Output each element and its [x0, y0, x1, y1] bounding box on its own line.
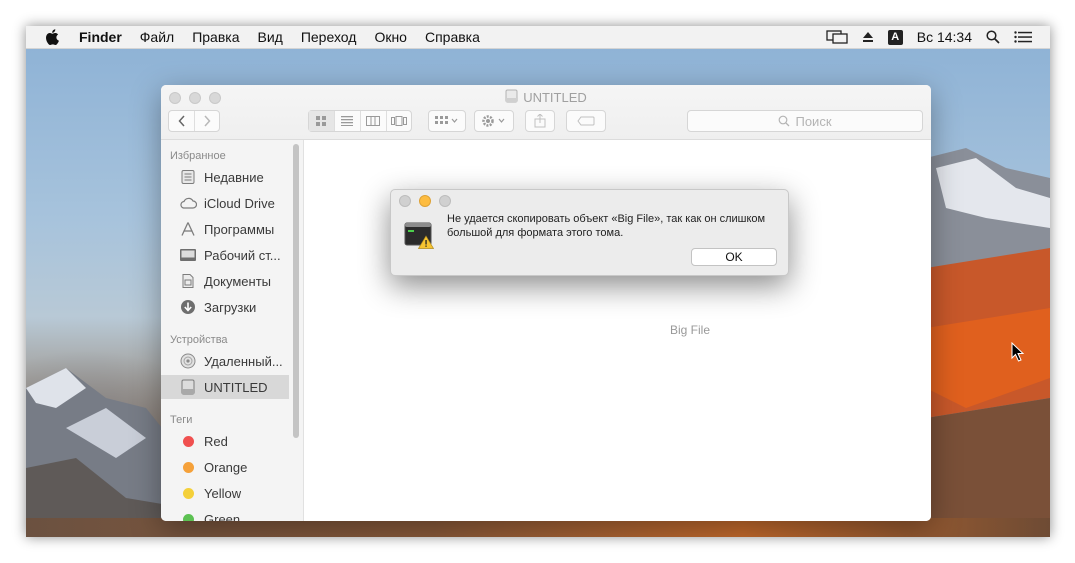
- green-tag-icon: [182, 513, 194, 521]
- input-source-icon[interactable]: A: [887, 29, 903, 45]
- sidebar-section-devices: Устройства: [170, 334, 228, 346]
- list-view-button[interactable]: [335, 111, 361, 131]
- menu-edit[interactable]: Правка: [183, 29, 248, 45]
- cover-flow-view-button[interactable]: [387, 111, 412, 131]
- sidebar-item-applications[interactable]: Программы: [161, 217, 289, 241]
- sidebar-item-label: UNTITLED: [204, 379, 268, 395]
- window-title-text: UNTITLED: [523, 90, 587, 105]
- red-tag-icon: [182, 435, 194, 447]
- screen: Finder Файл Правка Вид Переход Окно Спра…: [26, 26, 1050, 537]
- sidebar-section-favorites: Избранное: [170, 150, 226, 162]
- sidebar-item-label: Рабочий ст...: [204, 247, 281, 263]
- alert-zoom-button[interactable]: [439, 195, 451, 207]
- menu-bar: Finder Файл Правка Вид Переход Окно Спра…: [26, 26, 1050, 49]
- alert-message: Не удается скопировать объект «Big File»…: [447, 213, 766, 239]
- search-placeholder: Поиск: [795, 113, 832, 129]
- sidebar-item-label: Документы: [204, 273, 272, 289]
- forward-button[interactable]: [195, 111, 219, 131]
- back-button[interactable]: [170, 111, 195, 131]
- back-forward-buttons: [168, 110, 220, 132]
- alert-minimize-button[interactable]: [419, 195, 431, 207]
- sidebar-item-label: Программы: [204, 221, 275, 237]
- menu-clock[interactable]: Вс 14:34: [917, 29, 972, 45]
- ok-button[interactable]: OK: [691, 248, 777, 266]
- mountain-right-illustration: [926, 148, 1050, 537]
- sidebar-tag-green[interactable]: Green: [161, 507, 289, 521]
- disk-icon: [505, 89, 518, 106]
- sidebar-item-untitled[interactable]: UNTITLED: [161, 375, 289, 399]
- desktop-icon: [178, 246, 198, 264]
- finder-window: UNTITLED Поиск Избранное Недавние iCloud…: [161, 85, 931, 521]
- arrange-button[interactable]: [428, 110, 466, 132]
- applications-icon: [178, 220, 198, 238]
- menu-go[interactable]: Переход: [292, 29, 366, 45]
- sidebar-item-icloud-drive[interactable]: iCloud Drive: [161, 191, 289, 215]
- window-title: UNTITLED: [161, 89, 931, 106]
- airplay-display-icon[interactable]: [826, 30, 848, 44]
- remote-disc-icon: [178, 352, 198, 370]
- sidebar-item-recents[interactable]: Недавние: [161, 165, 289, 189]
- error-alert-dialog: Не удается скопировать объект «Big File»…: [390, 189, 789, 276]
- downloads-icon: [178, 298, 198, 316]
- menu-help[interactable]: Справка: [416, 29, 489, 45]
- sidebar-item-label: Red: [204, 433, 228, 449]
- documents-icon: [178, 272, 198, 290]
- arrange-icon: [435, 116, 458, 124]
- sidebar: Избранное Недавние iCloud Drive Программ…: [161, 140, 304, 521]
- menu-view[interactable]: Вид: [249, 29, 292, 45]
- window-toolbar: UNTITLED Поиск: [161, 85, 931, 140]
- sidebar-item-label: Orange: [204, 459, 248, 475]
- mouse-cursor-icon: [1011, 342, 1025, 362]
- column-view-button[interactable]: [361, 111, 387, 131]
- sidebar-item-label: Загрузки: [204, 299, 257, 315]
- edit-tags-button[interactable]: [566, 110, 606, 132]
- eject-icon[interactable]: [862, 31, 874, 43]
- sidebar-tag-yellow[interactable]: Yellow: [161, 481, 289, 505]
- orange-tag-icon: [182, 461, 194, 473]
- menu-window[interactable]: Окно: [365, 29, 416, 45]
- alert-close-button[interactable]: [399, 195, 411, 207]
- recents-icon: [178, 168, 198, 186]
- sidebar-tag-red[interactable]: Red: [161, 429, 289, 453]
- file-name-label[interactable]: Big File: [670, 323, 710, 337]
- icloud-icon: [178, 194, 198, 212]
- sidebar-item-documents[interactable]: Документы: [161, 269, 289, 293]
- sidebar-item-label: iCloud Drive: [204, 195, 275, 211]
- menu-file[interactable]: Файл: [131, 29, 183, 45]
- sidebar-item-remote-disc[interactable]: Удаленный...: [161, 349, 289, 373]
- action-button[interactable]: [474, 110, 514, 132]
- spotlight-search-icon[interactable]: [986, 30, 1000, 44]
- icon-view-button[interactable]: [308, 111, 335, 131]
- sidebar-item-label: Green: [204, 511, 241, 522]
- menu-app-finder[interactable]: Finder: [70, 29, 131, 45]
- sidebar-tag-orange[interactable]: Orange: [161, 455, 289, 479]
- terminal-warning-icon: [404, 222, 434, 249]
- sidebar-scrollbar[interactable]: [293, 144, 299, 438]
- sidebar-item-label: Yellow: [204, 485, 242, 501]
- sidebar-item-label: Недавние: [204, 169, 264, 185]
- sidebar-item-desktop[interactable]: Рабочий ст...: [161, 243, 289, 267]
- apple-logo-icon[interactable]: [34, 29, 70, 45]
- notification-center-icon[interactable]: [1014, 31, 1032, 43]
- search-field[interactable]: Поиск: [687, 110, 923, 132]
- share-button[interactable]: [525, 110, 555, 132]
- view-mode-segment: [308, 110, 412, 132]
- yellow-tag-icon: [182, 487, 194, 499]
- sidebar-item-label: Удаленный...: [204, 353, 283, 369]
- gear-icon: [482, 115, 505, 127]
- disk-icon: [178, 378, 198, 396]
- tag-icon: [577, 116, 595, 126]
- share-icon: [534, 114, 546, 128]
- sidebar-section-tags: Теги: [170, 414, 193, 426]
- search-icon: [779, 115, 790, 127]
- sidebar-item-downloads[interactable]: Загрузки: [161, 295, 289, 319]
